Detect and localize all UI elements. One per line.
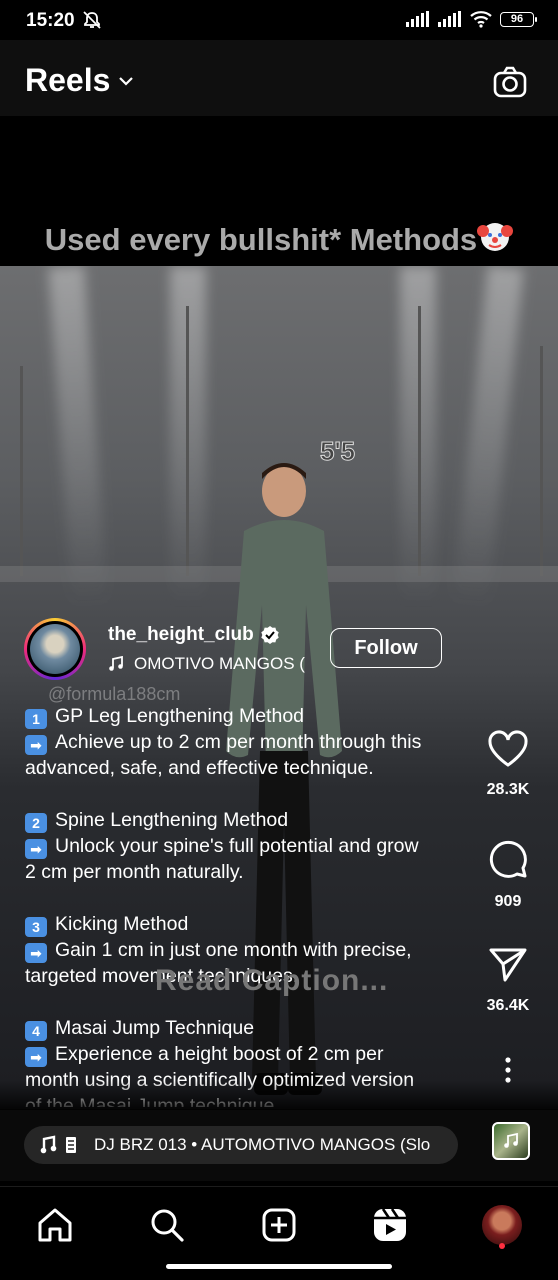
comment-action[interactable]: 909 [458, 838, 558, 911]
light-beam [452, 266, 524, 607]
caption-line [25, 885, 475, 911]
caption-line: 1 GP Leg Lengthening Method [25, 703, 475, 729]
reels-header: Reels [0, 40, 558, 116]
music-note-icon [504, 1133, 518, 1148]
like-count: 28.3K [486, 781, 530, 798]
number-emoji-icon: 1 [25, 709, 47, 729]
comment-count: 909 [494, 893, 522, 910]
street-pole [186, 306, 189, 576]
battery-icon: 96 [500, 11, 537, 27]
wifi-icon [470, 11, 492, 28]
arrow-emoji-icon: ➡ [25, 943, 47, 963]
music-title: DJ BRZ 013 • AUTOMOTIVO MANGOS (Slo [94, 1135, 431, 1154]
video-overlay-text: Used every bullshit* Methods [0, 218, 558, 262]
caption-line: ➡ Unlock your spine's full potential and … [25, 833, 475, 859]
status-time: 15:20 [26, 10, 75, 31]
caption-fade [0, 1080, 558, 1110]
caption-line: 2 Spine Lengthening Method [25, 807, 475, 833]
send-icon [489, 948, 527, 982]
caption-line: 3 Kicking Method [25, 911, 475, 937]
author-audio[interactable]: OMOTIVO MANGOS ( [108, 654, 305, 674]
like-action[interactable]: 28.3K [458, 730, 558, 799]
mute-icon [82, 10, 102, 35]
share-action[interactable]: 36.4K [458, 946, 558, 1015]
arrow-emoji-icon: ➡ [25, 839, 47, 859]
status-bar: 15:20 96 [0, 0, 558, 40]
heart-icon [488, 730, 528, 767]
caption-line: 2 cm per month naturally. [25, 859, 475, 885]
share-count: 36.4K [486, 997, 530, 1014]
overlay-text: Used every bullshit* Methods [44, 222, 478, 257]
number-emoji-icon: 3 [25, 917, 47, 937]
author-username[interactable]: the_height_club [108, 624, 280, 646]
caption-line-text: Spine Lengthening Method [55, 809, 289, 831]
caption-line: ➡ Experience a height boost of 2 cm per [25, 1041, 475, 1067]
search-icon[interactable] [147, 1205, 187, 1245]
caption-line-text: Kicking Method [55, 913, 189, 935]
caption-line-text: Achieve up to 2 cm per month through thi… [55, 731, 422, 753]
profile-avatar[interactable] [482, 1205, 522, 1245]
caption-line: advanced, safe, and effective technique. [25, 755, 475, 781]
caption-line-text: GP Leg Lengthening Method [55, 705, 305, 727]
number-emoji-icon: 4 [25, 1021, 47, 1041]
caption-line-text: Experience a height boost of 2 cm per [55, 1043, 384, 1065]
create-icon[interactable] [259, 1205, 299, 1245]
music-pill[interactable]: DJ BRZ 013 • AUTOMOTIVO MANGOS (Slo [24, 1126, 458, 1164]
notification-dot [499, 1243, 505, 1249]
caption-line: ➡ Gain 1 cm in just one month with precis… [25, 937, 475, 963]
clown-emoji-icon [477, 218, 514, 262]
caption-text[interactable]: 1 GP Leg Lengthening Method ➡ Achieve up to… [25, 703, 475, 1107]
reels-icon[interactable] [370, 1205, 410, 1245]
light-beam [48, 266, 108, 607]
number-emoji-icon: 2 [25, 813, 47, 833]
status-icons: 96 [406, 10, 537, 28]
audio-text: OMOTIVO MANGOS ( [134, 654, 305, 673]
music-bars-icon [40, 1135, 76, 1154]
home-indicator[interactable] [166, 1264, 392, 1269]
street-pole [20, 366, 23, 576]
album-art-thumbnail[interactable] [492, 1122, 530, 1160]
read-caption-overlay: Read Caption... [155, 964, 389, 997]
street-pole [418, 306, 421, 576]
author-avatar[interactable] [24, 618, 86, 680]
caption-line: ➡ Achieve up to 2 cm per month through th… [25, 729, 475, 755]
music-note-icon [109, 656, 123, 671]
follow-button[interactable]: Follow [330, 628, 442, 668]
author-row: the_height_club OMOTIVO MANGOS ( Follow [24, 618, 474, 688]
arrow-emoji-icon: ➡ [25, 1047, 47, 1067]
watermark: @formula188cm [48, 684, 181, 704]
arrow-emoji-icon: ➡ [25, 735, 47, 755]
caption-line: 4 Masai Jump Technique [25, 1015, 475, 1041]
username-text: the_height_club [108, 624, 254, 645]
home-icon[interactable] [35, 1205, 75, 1245]
chevron-down-icon [119, 76, 134, 86]
camera-icon[interactable] [492, 65, 528, 104]
caption-line [25, 781, 475, 807]
caption-line-text: Gain 1 cm in just one month with precise… [55, 939, 412, 961]
caption-line-text: advanced, safe, and effective technique. [25, 757, 374, 779]
comment-icon [489, 840, 527, 878]
verified-badge-icon [260, 626, 279, 644]
street-pole [540, 346, 543, 576]
signal-icon [438, 11, 461, 27]
page-title: Reels [25, 62, 111, 98]
reels-title-dropdown[interactable]: Reels [25, 62, 134, 99]
caption-line-text: Masai Jump Technique [55, 1017, 255, 1039]
signal-icon [406, 11, 429, 27]
caption-line-text: 2 cm per month naturally. [25, 861, 244, 883]
caption-line-text: Unlock your spine's full potential and g… [55, 835, 419, 857]
